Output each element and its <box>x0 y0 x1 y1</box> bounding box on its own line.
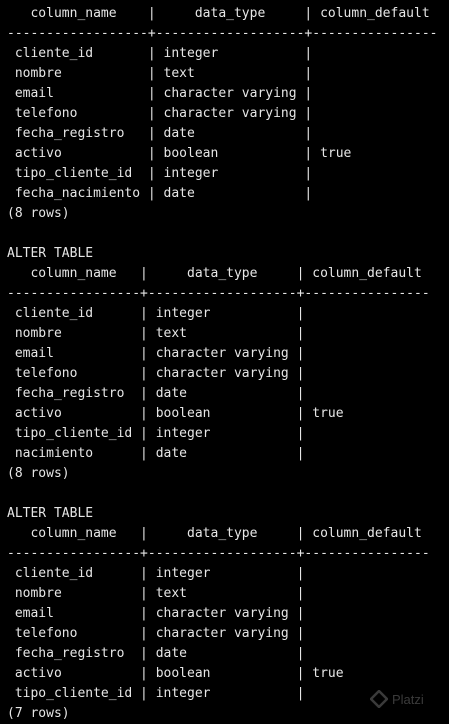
terminal-line: ALTER TABLE <box>7 506 94 521</box>
watermark-text: Platzi <box>392 691 424 707</box>
terminal-line: cliente_id | integer | <box>7 566 305 581</box>
terminal-line: -----------------+-------------------+--… <box>7 546 430 561</box>
terminal-line: cliente_id | integer | <box>7 46 313 61</box>
terminal-line: telefono | character varying | <box>7 366 305 381</box>
terminal-line: (7 rows) <box>7 706 70 721</box>
terminal-line: nombre | text | <box>7 586 305 601</box>
terminal-line: fecha_registro | date | <box>7 126 313 141</box>
terminal-line: (8 rows) <box>7 206 70 221</box>
terminal-line: fecha_registro | date | <box>7 386 305 401</box>
platzi-logo-icon <box>370 690 388 708</box>
terminal-line: telefono | character varying | <box>7 626 305 641</box>
terminal-line: email | character varying | <box>7 606 305 621</box>
terminal-line: nacimiento | date | <box>7 446 305 461</box>
terminal-line: fecha_registro | date | <box>7 646 305 661</box>
terminal-line: ALTER TABLE <box>7 246 94 261</box>
terminal-line: tipo_cliente_id | integer | <box>7 426 305 441</box>
terminal-line: activo | boolean | true <box>7 146 352 161</box>
terminal-line: (8 rows) <box>7 466 70 481</box>
terminal-line: nombre | text | <box>7 326 305 341</box>
terminal-line: -----------------+-------------------+--… <box>7 286 430 301</box>
terminal-output: column_name | data_type | column_default… <box>0 0 449 723</box>
terminal-line: activo | boolean | true <box>7 666 344 681</box>
platzi-watermark: Platzi <box>370 690 424 708</box>
terminal-line: tipo_cliente_id | integer | <box>7 166 313 181</box>
terminal-line: column_name | data_type | column_default <box>7 266 422 281</box>
terminal-line: column_name | data_type | column_default <box>7 526 422 541</box>
terminal-line: ------------------+-------------------+-… <box>7 26 438 41</box>
terminal-line: email | character varying | <box>7 86 313 101</box>
terminal-line: nombre | text | <box>7 66 313 81</box>
terminal-line: column_name | data_type | column_default <box>7 6 430 21</box>
terminal-line: tipo_cliente_id | integer | <box>7 686 305 701</box>
terminal-line: email | character varying | <box>7 346 305 361</box>
terminal-line: activo | boolean | true <box>7 406 344 421</box>
terminal-line: telefono | character varying | <box>7 106 313 121</box>
terminal-line: fecha_nacimiento | date | <box>7 186 313 201</box>
terminal-line: cliente_id | integer | <box>7 306 305 321</box>
